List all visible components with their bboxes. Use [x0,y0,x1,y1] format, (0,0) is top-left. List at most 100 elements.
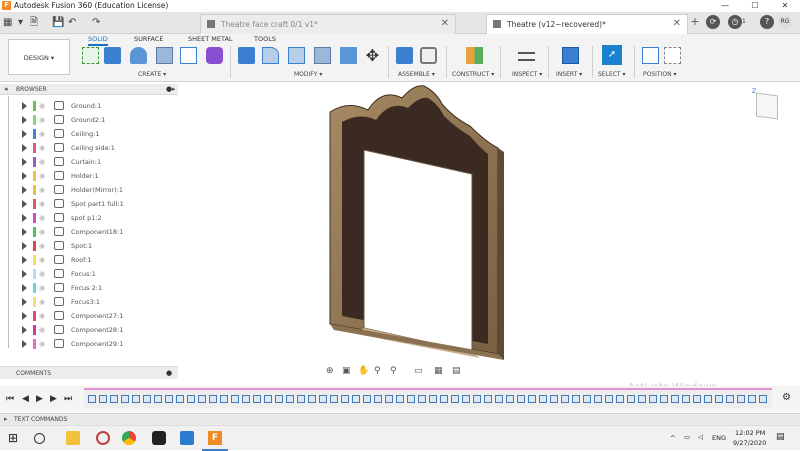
timeline-feature-icon[interactable] [660,395,668,403]
create-sketch-icon[interactable] [82,47,99,64]
timeline-feature-icon[interactable] [693,395,701,403]
timeline-feature-icon[interactable] [539,395,547,403]
timeline-feature-icon[interactable] [187,395,195,403]
browser-item[interactable]: ◉ Holder(Mirror):1 [0,183,178,197]
timeline-feature-icon[interactable] [649,395,657,403]
browser-item[interactable]: ◉ Holder:1 [0,169,178,183]
workspace-switcher[interactable]: DESIGN ▾ [8,39,70,75]
timeline-feature-icon[interactable] [473,395,481,403]
group-inspect[interactable]: INSPECT ▾ [512,71,542,78]
chamfer-icon[interactable] [288,47,305,64]
timeline-feature-icon[interactable] [484,395,492,403]
timeline-feature-icon[interactable] [572,395,580,403]
tray-chevron-icon[interactable]: ^ [670,434,675,442]
browser-item[interactable]: ◉ Component27:1 [0,309,178,323]
network-icon[interactable]: ▭ [684,433,690,441]
timeline-feature-icon[interactable] [165,395,173,403]
look-at-icon[interactable]: ▣ [342,366,351,376]
go-to-start-icon[interactable]: ⏮ [6,394,14,404]
visibility-eye-icon[interactable]: ◉ [39,172,45,180]
visibility-eye-icon[interactable]: ◉ [39,228,45,236]
undo-icon[interactable]: ↶ [68,16,76,30]
timeline-feature-icon[interactable] [132,395,140,403]
timeline-feature-icon[interactable] [154,395,162,403]
fillet-icon[interactable] [262,47,279,64]
measure-icon[interactable] [518,52,535,61]
visibility-eye-icon[interactable]: ◉ [39,340,45,348]
visibility-eye-icon[interactable]: ◉ [39,298,45,306]
timeline-feature-icon[interactable] [231,395,239,403]
minimize-button[interactable]: — [710,0,740,12]
timeline-feature-icon[interactable] [583,395,591,403]
expand-icon[interactable]: ▸ [172,85,176,93]
visibility-eye-icon[interactable]: ◉ [39,214,45,222]
user-avatar[interactable]: RG [778,15,792,29]
visibility-eye-icon[interactable]: ◉ [39,256,45,264]
browser-item[interactable]: ◉ Component29:1 [0,337,178,351]
expand-arrow-icon[interactable] [22,242,27,250]
timeline-feature-icon[interactable] [715,395,723,403]
insert-image-icon[interactable] [562,47,579,64]
view-cube-icon[interactable] [756,92,778,120]
browser-item[interactable]: ◉ Curtain:1 [0,155,178,169]
timeline-feature-icon[interactable] [374,395,382,403]
capture-position-icon[interactable] [664,47,681,64]
timeline-feature-icon[interactable] [88,395,96,403]
browser-item[interactable]: ◉ Focus 2:1 [0,281,178,295]
group-assemble[interactable]: ASSEMBLE ▾ [398,71,435,78]
clock-time[interactable]: 12:02 PM [735,429,765,437]
visibility-eye-icon[interactable]: ◉ [39,186,45,194]
group-modify[interactable]: MODIFY ▾ [294,71,322,78]
timeline-feature-icon[interactable] [242,395,250,403]
expand-icon[interactable]: ▸ [4,415,8,423]
timeline-feature-icon[interactable] [319,395,327,403]
timeline-feature-icon[interactable] [462,395,470,403]
timeline-feature-icon[interactable] [495,395,503,403]
timeline-feature-icon[interactable] [264,395,272,403]
tab-solid[interactable]: SOLID [88,35,108,46]
expand-arrow-icon[interactable] [22,256,27,264]
timeline-feature-icon[interactable] [561,395,569,403]
align-icon[interactable] [642,47,659,64]
timeline-feature-icon[interactable] [99,395,107,403]
clock-date[interactable]: 9/27/2020 [733,439,766,447]
browser-item[interactable]: ◉ Component28:1 [0,323,178,337]
close-tab-icon[interactable]: ✕ [673,18,681,29]
expand-arrow-icon[interactable] [22,298,27,306]
expand-arrow-icon[interactable] [22,186,27,194]
help-icon[interactable]: ? [760,15,774,29]
viewports-icon[interactable]: ▤ [452,366,461,376]
display-settings-icon[interactable]: ▭ [414,366,423,376]
visibility-eye-icon[interactable]: ◉ [39,312,45,320]
timeline-feature-icon[interactable] [418,395,426,403]
new-component-icon[interactable] [396,47,413,64]
timeline-track[interactable] [84,388,772,408]
visibility-eye-icon[interactable]: ◉ [39,130,45,138]
viewport-canvas[interactable] [320,82,520,372]
extensions-icon[interactable]: ⟳ [706,15,720,29]
timeline-feature-icon[interactable] [330,395,338,403]
expand-arrow-icon[interactable] [22,130,27,138]
timeline-feature-icon[interactable] [341,395,349,403]
media-app-icon[interactable] [152,431,166,445]
tab-sheet-metal[interactable]: SHEET METAL [188,35,233,43]
timeline-feature-icon[interactable] [176,395,184,403]
timeline-feature-icon[interactable] [396,395,404,403]
timeline-feature-icon[interactable] [143,395,151,403]
press-pull-icon[interactable] [238,47,255,64]
visibility-eye-icon[interactable]: ◉ [39,270,45,278]
group-create[interactable]: CREATE ▾ [138,71,166,78]
timeline-feature-icon[interactable] [528,395,536,403]
timeline-settings-icon[interactable]: ⚙ [782,392,791,403]
pan-icon[interactable]: ✋ [358,366,369,376]
timeline-feature-icon[interactable] [627,395,635,403]
timeline-feature-icon[interactable] [363,395,371,403]
close-tab-icon[interactable]: ✕ [441,18,449,29]
expand-arrow-icon[interactable] [22,144,27,152]
timeline-feature-icon[interactable] [198,395,206,403]
expand-arrow-icon[interactable] [22,228,27,236]
expand-arrow-icon[interactable] [22,102,27,110]
timeline-feature-icon[interactable] [440,395,448,403]
timeline-feature-icon[interactable] [671,395,679,403]
combine-icon[interactable] [340,47,357,64]
